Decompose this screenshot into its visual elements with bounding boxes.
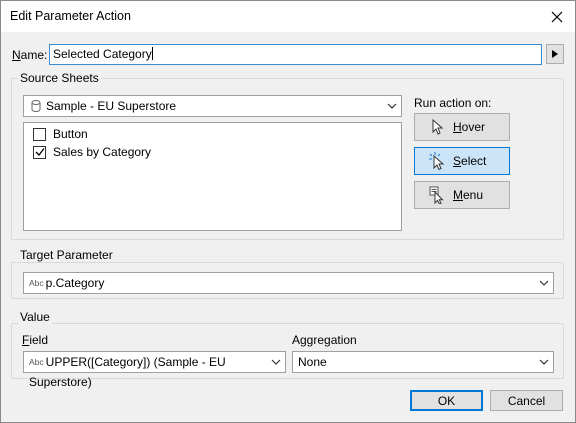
- field-value: UPPER([Category]) (Sample - EU Superstor…: [29, 355, 226, 389]
- chevron-down-icon: [539, 280, 549, 286]
- sheet-item-label: Sales by Category: [53, 145, 152, 159]
- ok-button[interactable]: OK: [410, 390, 483, 411]
- sheet-item-button[interactable]: Button: [33, 126, 88, 142]
- cancel-button-label: Cancel: [507, 393, 546, 408]
- title-bar: Edit Parameter Action: [1, 1, 575, 32]
- sheets-list[interactable]: Button Sales by Category: [23, 122, 402, 231]
- select-button[interactable]: Select: [414, 147, 510, 175]
- string-type-icon: Abc: [29, 278, 44, 288]
- name-insert-menu-button[interactable]: [546, 44, 564, 64]
- checkbox-checked[interactable]: [33, 145, 46, 159]
- text-caret: [151, 47, 153, 60]
- sheet-item-label: Button: [53, 127, 88, 141]
- datasource-value: Sample - EU Superstore: [46, 99, 177, 113]
- ok-button-label: OK: [437, 393, 456, 408]
- field-select[interactable]: Abc UPPER([Category]) (Sample - EU Supers…: [23, 351, 286, 389]
- datasource-select[interactable]: Sample - EU Superstore: [23, 95, 402, 117]
- cancel-button[interactable]: Cancel: [490, 390, 563, 411]
- target-parameter-title: Target Parameter: [18, 248, 115, 262]
- chevron-down-icon: [271, 359, 281, 365]
- target-parameter-select[interactable]: Abc p.Category: [23, 272, 554, 294]
- sheet-item-sales-by-category[interactable]: Sales by Category: [33, 144, 151, 160]
- checkbox-unchecked[interactable]: [33, 127, 46, 141]
- menu-button-label: Menu: [453, 188, 484, 202]
- close-button[interactable]: [539, 1, 575, 32]
- pointer-menu-icon: [429, 186, 444, 204]
- dialog-title: Edit Parameter Action: [10, 9, 131, 23]
- aggregation-select[interactable]: None: [292, 351, 554, 373]
- triangle-right-icon: [552, 50, 558, 58]
- pointer-click-icon: [429, 152, 445, 170]
- source-sheets-title: Source Sheets: [18, 71, 101, 85]
- name-input-value: Selected Category: [53, 47, 152, 61]
- aggregation-label: Aggregation: [292, 333, 357, 347]
- value-title: Value: [18, 310, 52, 324]
- hover-button[interactable]: Hover: [414, 113, 510, 141]
- hover-button-label: Hover: [453, 120, 486, 134]
- name-input[interactable]: Selected Category: [49, 44, 542, 65]
- target-parameter-value: p.Category: [45, 276, 105, 290]
- chevron-down-icon: [387, 103, 397, 109]
- pointer-icon: [432, 118, 444, 135]
- edit-parameter-action-dialog: Edit Parameter Action Name: Selected Cat…: [0, 0, 576, 423]
- name-label: Name:: [12, 48, 48, 62]
- string-type-icon: Abc: [29, 357, 44, 367]
- checkmark-icon: [35, 148, 45, 156]
- select-button-label: Select: [453, 154, 487, 168]
- chevron-down-icon: [539, 359, 549, 365]
- field-label: Field: [22, 333, 49, 347]
- menu-button[interactable]: Menu: [414, 181, 510, 209]
- run-action-label: Run action on:: [414, 96, 492, 110]
- database-icon: [31, 100, 41, 112]
- close-icon: [551, 11, 563, 22]
- aggregation-value: None: [298, 355, 327, 369]
